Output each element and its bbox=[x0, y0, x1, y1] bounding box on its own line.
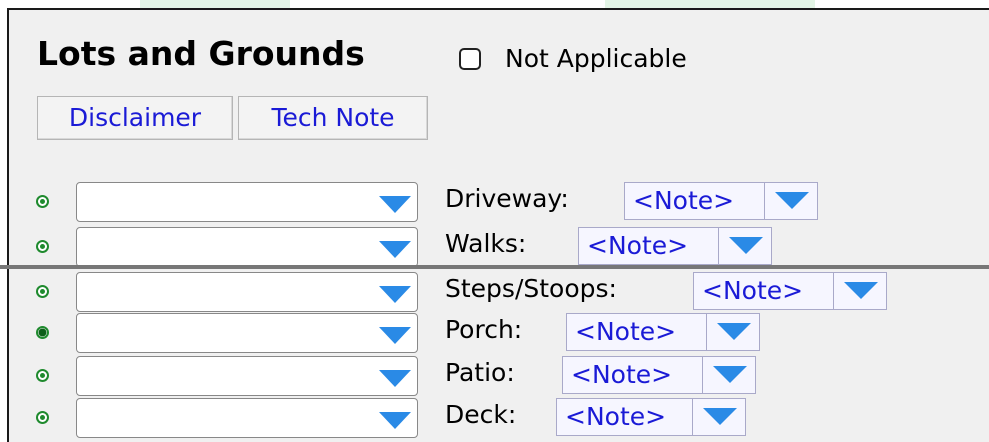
item-label: Walks: bbox=[445, 229, 527, 258]
chevron-down-icon bbox=[379, 286, 411, 303]
status-dot-icon[interactable] bbox=[36, 411, 49, 424]
row-deck: Deck: <Note> bbox=[0, 398, 989, 438]
condition-select[interactable] bbox=[76, 313, 418, 353]
chevron-down-icon bbox=[379, 412, 411, 429]
chevron-down-icon bbox=[379, 327, 411, 344]
note-button[interactable]: <Note> bbox=[578, 227, 718, 265]
condition-select[interactable] bbox=[76, 398, 418, 438]
note-button[interactable]: <Note> bbox=[624, 182, 764, 220]
note-dropdown-arrow[interactable] bbox=[764, 182, 818, 220]
note-button[interactable]: <Note> bbox=[566, 313, 706, 351]
disclaimer-button[interactable]: Disclaimer bbox=[37, 96, 233, 140]
not-applicable-checkbox[interactable] bbox=[459, 48, 481, 70]
row-porch: Porch: <Note> bbox=[0, 313, 989, 353]
chevron-down-icon bbox=[775, 192, 809, 209]
chevron-down-icon bbox=[703, 408, 737, 425]
row-driveway: Driveway: <Note> bbox=[0, 182, 989, 222]
chevron-down-icon bbox=[717, 323, 751, 340]
chevron-down-icon bbox=[379, 241, 411, 258]
row-steps-stoops: Steps/Stoops: <Note> bbox=[0, 272, 989, 312]
row-walks: Walks: <Note> bbox=[0, 227, 989, 267]
note-dropdown-arrow[interactable] bbox=[718, 227, 772, 265]
note-dropdown-arrow[interactable] bbox=[833, 272, 887, 310]
divider bbox=[0, 265, 989, 269]
item-label: Deck: bbox=[445, 400, 517, 429]
note-dropdown-arrow[interactable] bbox=[692, 398, 746, 436]
chevron-down-icon bbox=[379, 370, 411, 387]
tech-note-button[interactable]: Tech Note bbox=[238, 96, 428, 140]
status-dot-icon[interactable] bbox=[36, 240, 49, 253]
status-dot-icon[interactable] bbox=[36, 195, 49, 208]
note-dropdown-arrow[interactable] bbox=[702, 356, 756, 394]
chevron-down-icon bbox=[844, 282, 878, 299]
chevron-down-icon bbox=[729, 237, 763, 254]
chevron-down-icon bbox=[713, 366, 747, 383]
section-title: Lots and Grounds bbox=[37, 34, 365, 73]
not-applicable-label: Not Applicable bbox=[505, 44, 687, 73]
note-dropdown-arrow[interactable] bbox=[706, 313, 760, 351]
note-button[interactable]: <Note> bbox=[562, 356, 702, 394]
item-label: Driveway: bbox=[445, 184, 569, 213]
item-label: Steps/Stoops: bbox=[445, 274, 617, 303]
condition-select[interactable] bbox=[76, 227, 418, 267]
note-button[interactable]: <Note> bbox=[556, 398, 692, 436]
row-patio: Patio: <Note> bbox=[0, 356, 989, 396]
note-button[interactable]: <Note> bbox=[693, 272, 833, 310]
item-label: Patio: bbox=[445, 358, 515, 387]
status-dot-icon[interactable] bbox=[36, 326, 49, 339]
condition-select[interactable] bbox=[76, 356, 418, 396]
status-dot-icon[interactable] bbox=[36, 369, 49, 382]
chevron-down-icon bbox=[379, 196, 411, 213]
status-dot-icon[interactable] bbox=[36, 285, 49, 298]
condition-select[interactable] bbox=[76, 182, 418, 222]
item-label: Porch: bbox=[445, 315, 523, 344]
condition-select[interactable] bbox=[76, 272, 418, 312]
